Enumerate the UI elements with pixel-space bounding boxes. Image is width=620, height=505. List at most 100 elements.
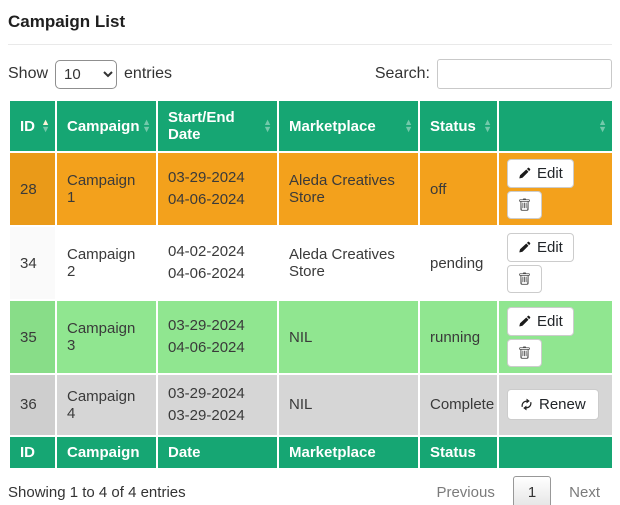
date-value: 03-29-2024 <box>168 167 267 189</box>
sort-desc-icon: ▼ <box>483 126 492 133</box>
cell-marketplace: Aleda Creatives Store <box>278 152 419 226</box>
sort-icons: ▲▼ <box>598 119 607 133</box>
table-header: ID ▲▼ Campaign ▲▼ Start/End Date ▲▼ Mark… <box>9 100 613 152</box>
campaign-table: ID ▲▼ Campaign ▲▼ Start/End Date ▲▼ Mark… <box>8 99 614 470</box>
cell-actions: Edit <box>498 226 613 300</box>
campaign-list-page: Campaign List Show 10 entries Search: ID… <box>0 0 620 505</box>
cell-dates: 03-29-202403-29-2024 <box>157 374 278 436</box>
search-label: Search: <box>375 65 430 83</box>
column-header-marketplace[interactable]: Marketplace ▲▼ <box>278 100 419 152</box>
sort-desc-icon: ▼ <box>598 126 607 133</box>
previous-page-button[interactable]: Previous <box>424 477 506 505</box>
sort-desc-icon: ▼ <box>404 126 413 133</box>
renew-button[interactable]: Renew <box>507 389 599 420</box>
date-value: 04-02-2024 <box>168 241 267 263</box>
date-value: 04-06-2024 <box>168 263 267 285</box>
date-value: 03-29-2024 <box>168 315 267 337</box>
entries-label: entries <box>124 65 172 83</box>
trash-icon <box>518 346 531 360</box>
cell-dates: 04-02-202404-06-2024 <box>157 226 278 300</box>
footer-column-status: Status <box>419 436 498 469</box>
sort-icons: ▲▼ <box>142 119 151 133</box>
edit-button-label: Edit <box>537 165 563 182</box>
delete-button[interactable] <box>507 265 542 293</box>
page-title: Campaign List <box>8 12 612 32</box>
column-header-label: Marketplace <box>289 118 376 135</box>
edit-button[interactable]: Edit <box>507 159 574 188</box>
page-number-button[interactable]: 1 <box>513 476 551 505</box>
column-header-label: Status <box>430 118 476 135</box>
pencil-icon <box>518 167 531 180</box>
table-body: 28 Campaign 1 03-29-202404-06-2024 Aleda… <box>9 152 613 436</box>
column-header-label: Start/End Date <box>168 109 235 143</box>
date-value: 03-29-2024 <box>168 383 267 405</box>
cell-campaign: Campaign 1 <box>56 152 157 226</box>
delete-button[interactable] <box>507 339 542 367</box>
entries-info: Showing 1 to 4 of 4 entries <box>8 484 186 501</box>
sort-desc-icon: ▼ <box>263 126 272 133</box>
table-controls: Show 10 entries Search: <box>8 59 612 89</box>
trash-icon <box>518 272 531 286</box>
cell-id: 28 <box>9 152 56 226</box>
search-control: Search: <box>375 59 612 89</box>
cell-marketplace: Aleda Creatives Store <box>278 226 419 300</box>
pencil-icon <box>518 241 531 254</box>
date-value: 04-06-2024 <box>168 337 267 359</box>
cell-dates: 03-29-202404-06-2024 <box>157 152 278 226</box>
table-row: 36 Campaign 4 03-29-202403-29-2024 NIL C… <box>9 374 613 436</box>
page-length-control: Show 10 entries <box>8 60 172 89</box>
renew-button-label: Renew <box>539 396 586 413</box>
footer-column-date: Date <box>157 436 278 469</box>
table-row: 34 Campaign 2 04-02-202404-06-2024 Aleda… <box>9 226 613 300</box>
page-length-select[interactable]: 10 <box>55 60 117 89</box>
search-input[interactable] <box>437 59 612 89</box>
cell-id: 35 <box>9 300 56 374</box>
edit-button-label: Edit <box>537 239 563 256</box>
delete-button[interactable] <box>507 191 542 219</box>
column-header-label: Campaign <box>67 118 140 135</box>
column-header-campaign[interactable]: Campaign ▲▼ <box>56 100 157 152</box>
next-page-button[interactable]: Next <box>557 477 612 505</box>
cell-dates: 03-29-202404-06-2024 <box>157 300 278 374</box>
sort-icons: ▲▼ <box>263 119 272 133</box>
table-bottom-bar: Showing 1 to 4 of 4 entries Previous 1 N… <box>8 476 612 505</box>
footer-column-marketplace: Marketplace <box>278 436 419 469</box>
table-row: 28 Campaign 1 03-29-202404-06-2024 Aleda… <box>9 152 613 226</box>
date-value: 03-29-2024 <box>168 405 267 427</box>
cell-marketplace: NIL <box>278 300 419 374</box>
show-label: Show <box>8 65 48 83</box>
sort-desc-icon: ▼ <box>142 126 151 133</box>
table-row: 35 Campaign 3 03-29-202404-06-2024 NIL r… <box>9 300 613 374</box>
cell-campaign: Campaign 4 <box>56 374 157 436</box>
title-divider <box>8 44 612 45</box>
column-header-actions[interactable]: ▲▼ <box>498 100 613 152</box>
refresh-icon <box>520 398 533 411</box>
edit-button-label: Edit <box>537 313 563 330</box>
cell-actions: Edit <box>498 300 613 374</box>
date-value: 04-06-2024 <box>168 189 267 211</box>
edit-button[interactable]: Edit <box>507 233 574 262</box>
column-header-status[interactable]: Status ▲▼ <box>419 100 498 152</box>
cell-actions: Renew <box>498 374 613 436</box>
cell-campaign: Campaign 3 <box>56 300 157 374</box>
cell-marketplace: NIL <box>278 374 419 436</box>
sort-icons: ▲▼ <box>483 119 492 133</box>
column-header-id[interactable]: ID ▲▼ <box>9 100 56 152</box>
cell-campaign: Campaign 2 <box>56 226 157 300</box>
pagination: Previous 1 Next <box>424 476 612 505</box>
sort-icons: ▲▼ <box>41 119 50 133</box>
column-header-label: ID <box>20 118 35 135</box>
pencil-icon <box>518 315 531 328</box>
cell-status: pending <box>419 226 498 300</box>
sort-desc-icon: ▼ <box>41 126 50 133</box>
cell-status: off <box>419 152 498 226</box>
column-header-dates[interactable]: Start/End Date ▲▼ <box>157 100 278 152</box>
cell-id: 36 <box>9 374 56 436</box>
cell-status: running <box>419 300 498 374</box>
table-footer: ID Campaign Date Marketplace Status <box>9 436 613 469</box>
footer-column-id: ID <box>9 436 56 469</box>
cell-actions: Edit <box>498 152 613 226</box>
footer-column-campaign: Campaign <box>56 436 157 469</box>
cell-status: Complete <box>419 374 498 436</box>
edit-button[interactable]: Edit <box>507 307 574 336</box>
